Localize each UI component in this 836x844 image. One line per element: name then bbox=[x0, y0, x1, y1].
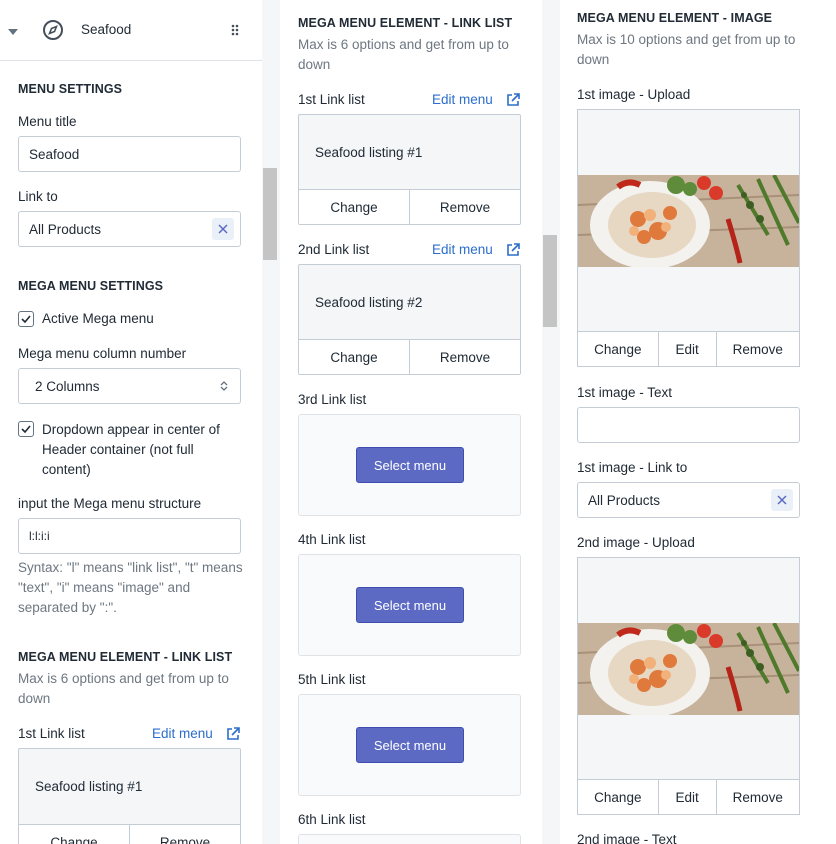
settings-panel-middle: MEGA MENU ELEMENT - LINK LIST Max is 6 o… bbox=[280, 0, 542, 844]
syntax-help: Syntax: "l" means "link list", "t" means… bbox=[18, 560, 243, 615]
link-to-label: Link to bbox=[18, 189, 58, 204]
link-list-4-label: 4th Link list bbox=[298, 532, 366, 547]
edit-button[interactable]: Edit bbox=[659, 332, 717, 366]
link-list-help: Max is 6 options and get from up to down bbox=[298, 37, 509, 72]
column-number-value: 2 Columns bbox=[35, 378, 100, 394]
link-to-value: All Products bbox=[29, 221, 102, 237]
seafood-photo bbox=[578, 623, 799, 715]
edit-button[interactable]: Edit bbox=[659, 780, 717, 814]
link-list-2-card: Seafood listing #2 Change Remove bbox=[298, 264, 521, 375]
menu-title-label: Menu title bbox=[18, 114, 77, 129]
active-mega-label: Active Mega menu bbox=[42, 311, 154, 326]
link-to-field[interactable]: All Products bbox=[18, 211, 241, 247]
select-arrows-icon bbox=[220, 380, 228, 395]
remove-button[interactable]: Remove bbox=[130, 825, 240, 844]
external-link-icon[interactable] bbox=[506, 243, 520, 260]
active-mega-checkbox[interactable] bbox=[18, 311, 34, 327]
image-1-link-label: 1st image - Link to bbox=[577, 460, 688, 475]
center-dropdown-checkbox[interactable] bbox=[18, 421, 34, 437]
edit-menu-link[interactable]: Edit menu bbox=[432, 92, 493, 107]
column-number-label: Mega menu column number bbox=[18, 346, 187, 361]
change-button[interactable]: Change bbox=[299, 340, 410, 374]
center-dropdown-label: Dropdown appear in center of Header cont… bbox=[42, 422, 220, 477]
menu-title-value: Seafood bbox=[29, 146, 80, 162]
image-1-upload-label: 1st image - Upload bbox=[577, 87, 691, 102]
structure-value: l:l:i:i bbox=[29, 529, 50, 543]
compass-icon bbox=[42, 19, 64, 44]
clear-icon[interactable] bbox=[771, 489, 793, 511]
remove-button[interactable]: Remove bbox=[410, 190, 520, 224]
chevron-down-icon[interactable] bbox=[8, 24, 18, 39]
change-button[interactable]: Change bbox=[299, 190, 410, 224]
select-menu-button[interactable]: Select menu bbox=[356, 727, 464, 763]
section-title: Seafood bbox=[81, 22, 132, 37]
drag-handle-icon[interactable] bbox=[231, 24, 239, 39]
image-help: Max is 10 options and get from up to dow… bbox=[577, 32, 796, 67]
structure-label: input the Mega menu structure bbox=[18, 496, 202, 511]
link-list-3-label: 3rd Link list bbox=[298, 392, 367, 407]
edit-menu-link[interactable]: Edit menu bbox=[432, 242, 493, 257]
remove-button[interactable]: Remove bbox=[717, 332, 799, 366]
link-list-2-menu: Seafood listing #2 bbox=[315, 295, 423, 310]
change-button[interactable]: Change bbox=[578, 332, 659, 366]
link-list-6-card bbox=[298, 834, 521, 844]
column-number-select[interactable]: 2 Columns bbox=[18, 368, 241, 404]
image-2-text-label: 2nd image - Text bbox=[577, 832, 677, 844]
image-1-link-field[interactable]: All Products bbox=[577, 482, 800, 518]
link-list-2-actions: Change Remove bbox=[299, 339, 520, 374]
link-list-1-menu: Seafood listing #1 bbox=[315, 145, 423, 160]
settings-panel-right: MEGA MENU ELEMENT - IMAGE Max is 10 opti… bbox=[560, 0, 822, 844]
link-list-5-card: Select menu bbox=[298, 694, 521, 796]
settings-panel-left: Seafood MENU SETTINGS Menu title Seafood… bbox=[0, 0, 262, 844]
link-list-1-actions: Change Remove bbox=[299, 189, 520, 224]
link-list-heading: MEGA MENU ELEMENT - LINK LIST bbox=[18, 650, 233, 664]
image-1-card: Change Edit Remove bbox=[577, 109, 800, 367]
link-list-help: Max is 6 options and get from up to down bbox=[18, 671, 229, 706]
structure-input[interactable]: l:l:i:i bbox=[18, 518, 241, 554]
link-list-6-label: 6th Link list bbox=[298, 812, 366, 827]
scrollbar-thumb[interactable] bbox=[543, 235, 557, 327]
image-1-text-label: 1st image - Text bbox=[577, 385, 673, 400]
change-button[interactable]: Change bbox=[19, 825, 130, 844]
remove-button[interactable]: Remove bbox=[410, 340, 520, 374]
image-1-link-value: All Products bbox=[588, 492, 661, 508]
mega-settings-heading: MEGA MENU SETTINGS bbox=[18, 279, 164, 293]
link-list-3-card: Select menu bbox=[298, 414, 521, 516]
image-1-text-input[interactable] bbox=[577, 407, 800, 443]
external-link-icon[interactable] bbox=[226, 727, 240, 744]
section-header[interactable]: Seafood bbox=[0, 0, 262, 61]
menu-settings-heading: MENU SETTINGS bbox=[18, 82, 123, 96]
link-list-1-menu: Seafood listing #1 bbox=[35, 779, 143, 794]
edit-menu-link[interactable]: Edit menu bbox=[152, 726, 213, 741]
link-list-2-label: 2nd Link list bbox=[298, 242, 370, 257]
scrollbar-thumb[interactable] bbox=[263, 168, 277, 260]
link-list-heading: MEGA MENU ELEMENT - LINK LIST bbox=[298, 16, 513, 30]
external-link-icon[interactable] bbox=[506, 93, 520, 110]
image-1-actions: Change Edit Remove bbox=[578, 331, 799, 366]
remove-button[interactable]: Remove bbox=[717, 780, 799, 814]
link-list-4-card: Select menu bbox=[298, 554, 521, 656]
menu-title-input[interactable]: Seafood bbox=[18, 136, 241, 172]
link-list-1-actions: Change Remove bbox=[19, 824, 240, 844]
link-list-1-card: Seafood listing #1 Change Remove bbox=[298, 114, 521, 225]
select-menu-button[interactable]: Select menu bbox=[356, 587, 464, 623]
image-heading: MEGA MENU ELEMENT - IMAGE bbox=[577, 11, 773, 25]
link-list-5-label: 5th Link list bbox=[298, 672, 366, 687]
link-list-1-label: 1st Link list bbox=[298, 92, 365, 107]
clear-icon[interactable] bbox=[212, 218, 234, 240]
image-2-actions: Change Edit Remove bbox=[578, 779, 799, 814]
select-menu-button[interactable]: Select menu bbox=[356, 447, 464, 483]
scrollbar-track[interactable] bbox=[542, 0, 560, 844]
change-button[interactable]: Change bbox=[578, 780, 659, 814]
image-2-upload-label: 2nd image - Upload bbox=[577, 535, 695, 550]
scrollbar-track[interactable] bbox=[262, 0, 280, 844]
seafood-photo bbox=[578, 175, 799, 267]
link-list-1-label: 1st Link list bbox=[18, 726, 85, 741]
link-list-1-card: Seafood listing #1 Change Remove bbox=[18, 748, 241, 844]
image-2-card: Change Edit Remove bbox=[577, 557, 800, 815]
